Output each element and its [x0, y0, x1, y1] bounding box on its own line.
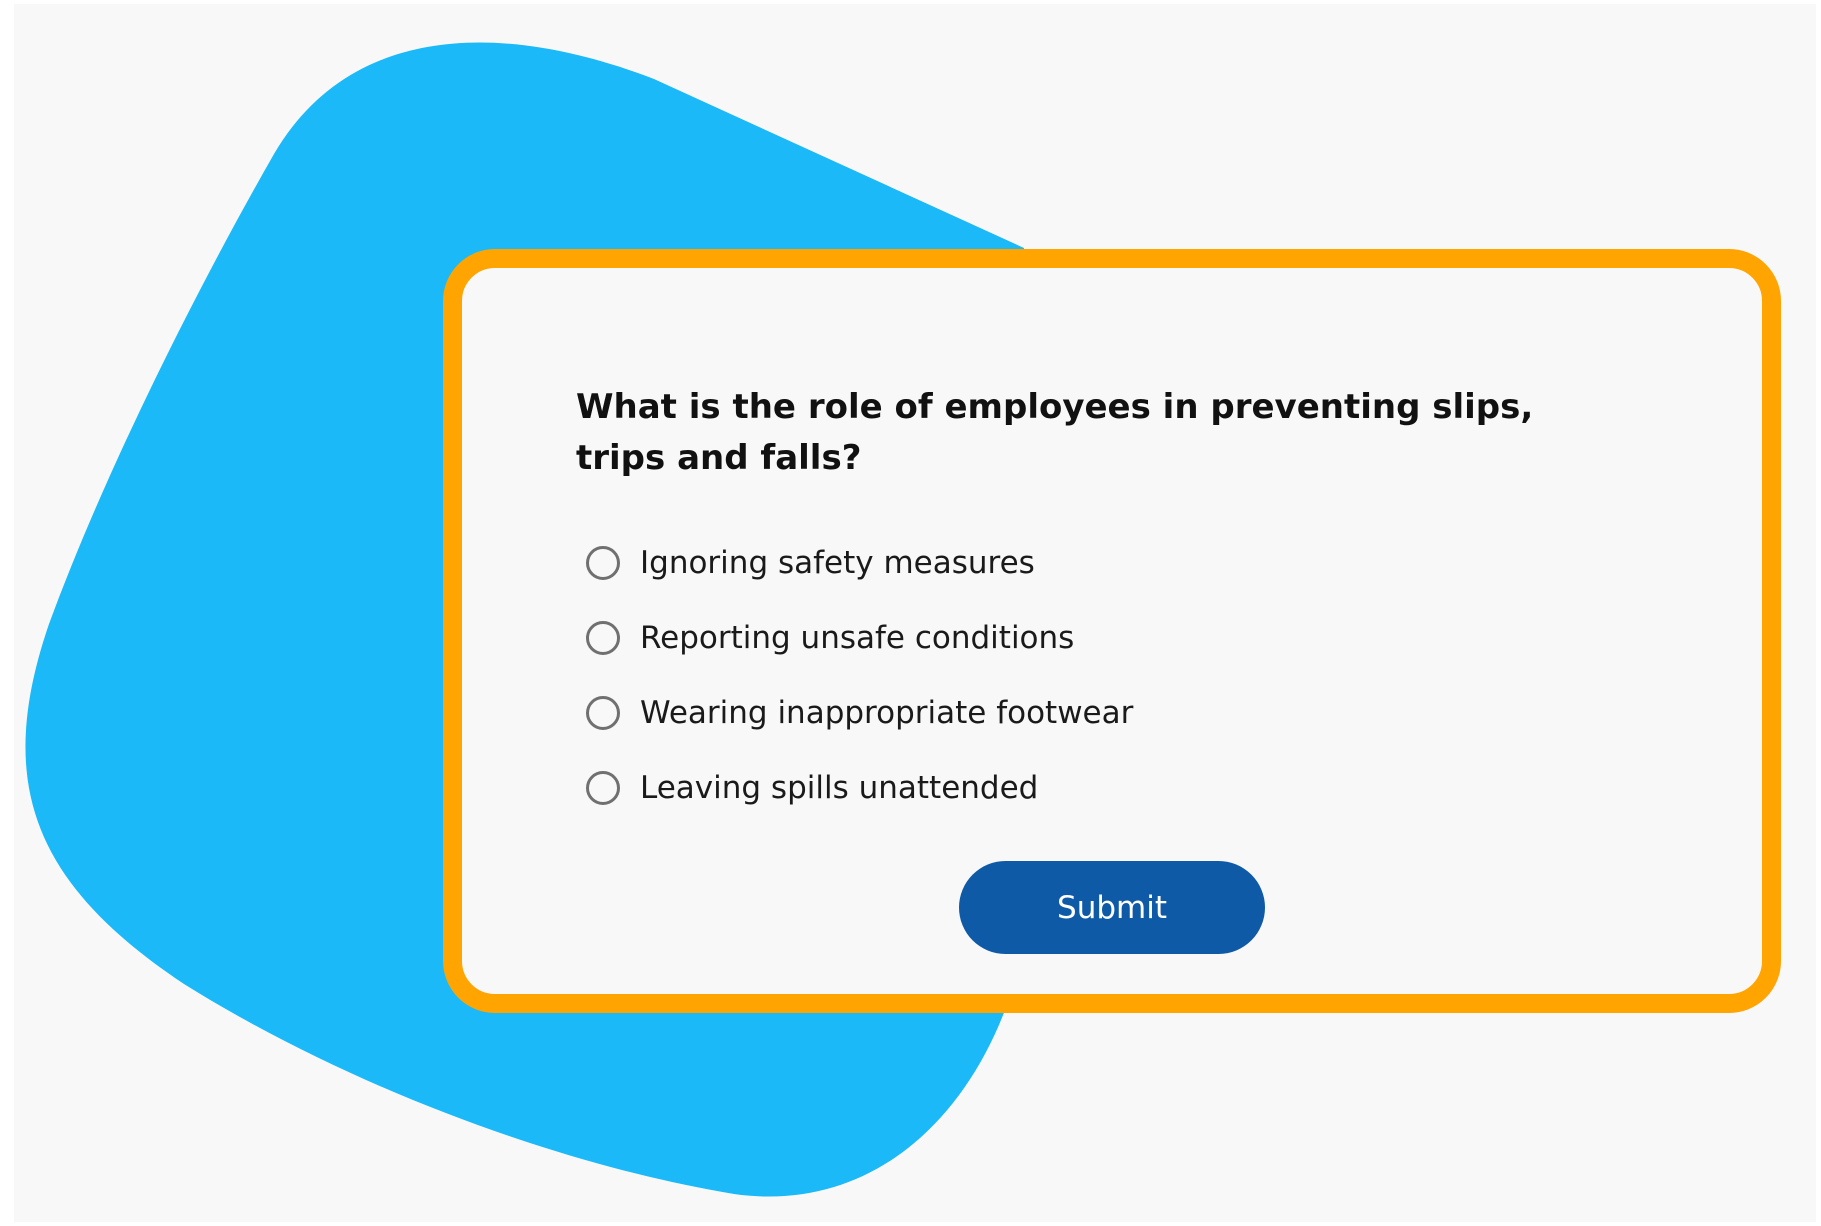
answer-option-label: Reporting unsafe conditions: [640, 619, 1075, 656]
answer-options: Ignoring safety measures Reporting unsaf…: [586, 525, 1133, 825]
submit-button[interactable]: Submit: [959, 861, 1265, 954]
question-text: What is the role of employees in prevent…: [576, 387, 1534, 478]
radio-button[interactable]: [586, 620, 620, 655]
answer-option-label: Leaving spills unattended: [640, 769, 1039, 806]
radio-button[interactable]: [586, 545, 620, 580]
answer-option-label: Ignoring safety measures: [640, 544, 1035, 581]
answer-option-3[interactable]: Wearing inappropriate footwear: [586, 675, 1133, 750]
quiz-slide: What is the role of employees in prevent…: [14, 4, 1816, 1222]
answer-option-2[interactable]: Reporting unsafe conditions: [586, 600, 1133, 675]
question-card: What is the role of employees in prevent…: [443, 249, 1781, 1013]
answer-option-1[interactable]: Ignoring safety measures: [586, 525, 1133, 600]
answer-option-4[interactable]: Leaving spills unattended: [586, 750, 1133, 825]
radio-button[interactable]: [586, 695, 620, 730]
radio-button[interactable]: [586, 770, 620, 805]
answer-option-label: Wearing inappropriate footwear: [640, 694, 1134, 731]
